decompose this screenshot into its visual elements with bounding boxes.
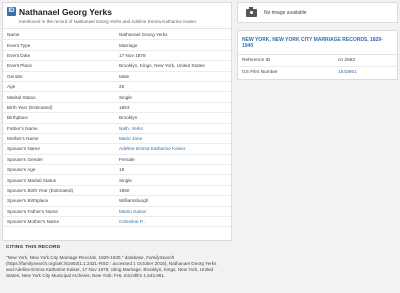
row-label: Spouse's Birth Year (Estimated)	[7, 188, 74, 194]
collection-panel: NEW YORK, NEW YORK CITY MARRIAGE RECORDS…	[237, 30, 398, 80]
row-label: Spouse's Gender	[7, 156, 44, 162]
row-label: Spouse's Marital Status	[7, 177, 57, 183]
table-row: Spouse's Name Adeline Emma Katharine Kais…	[3, 144, 231, 155]
table-row: Gender Male	[3, 72, 231, 82]
citation-database-name: FamilySearch	[146, 255, 175, 260]
row-value-link[interactable]: Martin Kaiser	[117, 209, 231, 214]
collection-title-link[interactable]: NEW YORK, NEW YORK CITY MARRIAGE RECORDS…	[238, 31, 397, 55]
row-value: Female	[119, 156, 135, 162]
row-label: Name	[7, 32, 20, 38]
table-row: Spouse's Birthplace Williamsburgh	[3, 196, 231, 207]
row-label: Birthplace	[7, 115, 28, 121]
row-label: Age	[7, 84, 16, 90]
record-subtitle: mentioned in the record of Nathanael Geo…	[19, 19, 197, 24]
table-row: Mother's Name Marie Jane	[3, 134, 231, 145]
row-label: Event Type	[7, 42, 31, 48]
citation-text-start: "New York, New York City Marriage Record…	[6, 255, 147, 260]
row-value: Brooklyn, Kings, New York, United States	[119, 63, 205, 69]
table-row: Birthplace Brooklyn	[3, 113, 231, 124]
row-label: Spouse's Mother's Name	[7, 219, 60, 225]
record-title: Nathanael Georg Yerks	[19, 6, 112, 17]
table-row: Spouse's Birth Year (Estimated) 1860	[3, 186, 231, 197]
row-value-link[interactable]: Celestine P..	[117, 219, 231, 224]
row-label: Spouse's Name	[7, 146, 40, 152]
table-row: Event Type Marriage	[3, 40, 231, 51]
citation-heading: CITING THIS RECORD	[6, 245, 61, 250]
table-row: Spouse's Mother's Name Celestine P..	[3, 217, 231, 228]
citation-text: "New York, New York City Marriage Record…	[2, 255, 222, 279]
row-label: Father's Name	[7, 125, 38, 131]
row-label: Spouse's Age	[7, 167, 36, 173]
row-label: Event Date	[7, 52, 31, 58]
table-row: Spouse's Father's Name Martin Kaiser	[3, 207, 231, 218]
no-image-panel: No image available	[237, 2, 398, 23]
collection-row-value: cn 2663	[338, 57, 356, 63]
no-image-text: No image available	[264, 9, 307, 16]
row-value: 25	[119, 84, 125, 90]
record-details-table: Name Nathanael Georg Yerks Event Type Marri…	[3, 30, 231, 228]
row-label: Event Place	[7, 63, 33, 69]
sidebar: No image available NEW YORK, NEW YORK CI…	[237, 2, 398, 80]
row-value: Nathanael Georg Yerks	[119, 32, 168, 38]
row-label: Marital Status	[7, 94, 36, 100]
collection-row-label: GS Film Number	[242, 70, 278, 76]
table-row: Spouse's Age 18	[3, 165, 231, 176]
table-row: Marital Status Single	[3, 92, 231, 103]
row-value: Male	[119, 73, 130, 79]
row-value: 1860	[119, 188, 130, 194]
record-card: ID Nathanael Georg Yerks mentioned in th…	[2, 2, 232, 241]
row-value: Williamsburgh	[119, 198, 149, 204]
row-value: Single	[119, 177, 133, 183]
collection-row-value-link[interactable]: 1543961	[338, 70, 357, 75]
row-label: Gender	[7, 73, 23, 79]
row-label: Birth Year (Estimated)	[7, 104, 53, 110]
camera-icon	[246, 6, 257, 17]
table-row: Spouse's Gender Female	[3, 155, 231, 166]
collection-row: GS Film Number 1543961	[238, 67, 397, 79]
row-value: 17 Nov 1878	[119, 52, 146, 58]
table-row: Age 25	[3, 82, 231, 93]
collection-details: Reference ID cn 2663 GS Film Number 1543961	[238, 55, 397, 79]
row-label: Spouse's Birthplace	[7, 198, 49, 204]
table-row: Name Nathanael Georg Yerks	[3, 30, 231, 41]
row-value-link[interactable]: Adeline Emma Katharine Kaiser	[117, 146, 231, 151]
row-label: Spouse's Father's Name	[7, 208, 59, 214]
row-value-link[interactable]: Marie Jane	[117, 136, 231, 141]
table-row: Spouse's Marital Status Single	[3, 175, 231, 186]
table-row: Event Date 17 Nov 1878	[3, 51, 231, 62]
row-label: Mother's Name	[7, 136, 39, 142]
collection-row: Reference ID cn 2663	[238, 55, 397, 67]
table-row: Birth Year (Estimated) 1853	[3, 103, 231, 114]
row-value: Marriage	[119, 42, 138, 48]
record-doc-icon: ID	[7, 7, 16, 16]
row-value: 1853	[119, 104, 130, 110]
table-row: Father's Name Nath. Yerks	[3, 124, 231, 134]
row-value: 18	[119, 167, 125, 173]
table-row: Event Place Brooklyn, Kings, New York, Un…	[3, 61, 231, 72]
collection-row-label: Reference ID	[242, 57, 271, 63]
row-value: Single	[119, 94, 133, 100]
citation-section: CITING THIS RECORD "New York, New York C…	[2, 244, 234, 279]
row-value: Brooklyn	[119, 115, 138, 121]
citation-text-end: (https://familysearch.org/ark:/61903/1:1…	[6, 261, 217, 279]
row-value-link[interactable]: Nath. Yerks	[117, 126, 231, 131]
record-header: ID Nathanael Georg Yerks mentioned in th…	[3, 3, 231, 29]
